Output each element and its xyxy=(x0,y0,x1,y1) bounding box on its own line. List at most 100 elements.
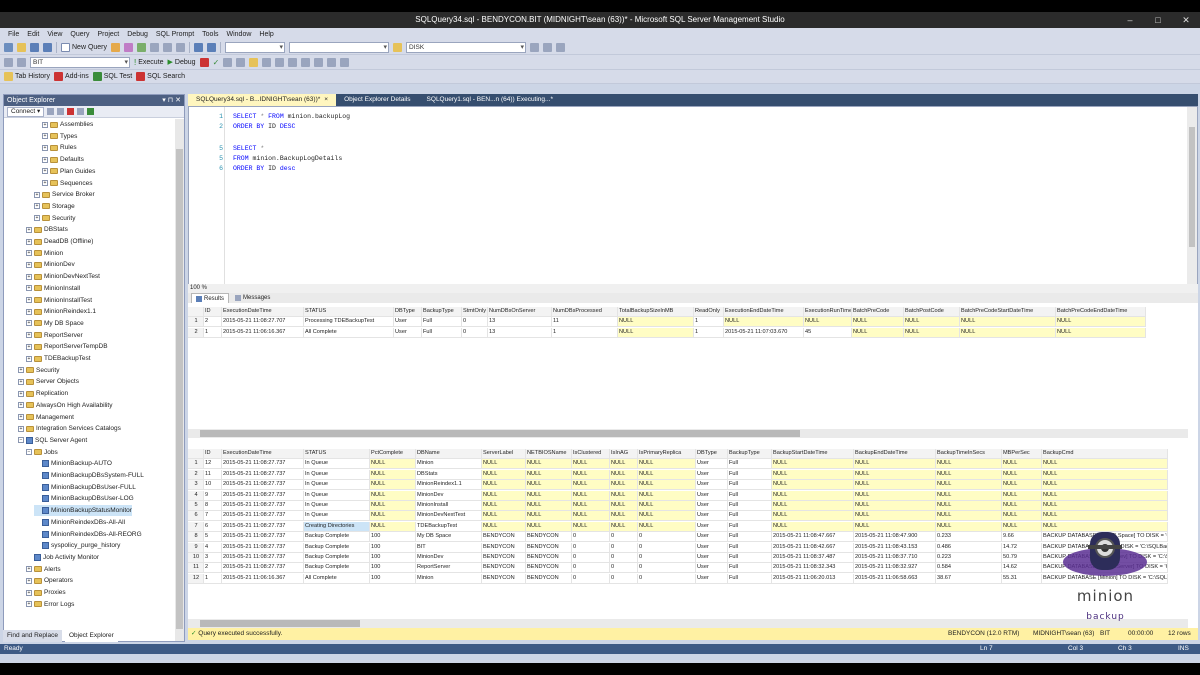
cancel-query-icon[interactable] xyxy=(199,57,209,67)
disk-combo[interactable]: DISK xyxy=(406,41,527,53)
column-header[interactable]: BackupCmd xyxy=(1042,449,1168,459)
tree-node[interactable]: MinionBackupDBsUser-FULL xyxy=(34,482,136,493)
grid-cell[interactable]: Full xyxy=(728,573,772,584)
column-header[interactable]: StmtOnly xyxy=(462,307,488,317)
tree-node[interactable]: + Proxies xyxy=(26,587,66,598)
tree-node[interactable]: + ReportServerTempDB xyxy=(26,341,108,352)
tab-find-and-replace[interactable]: Find and Replace xyxy=(3,630,62,642)
tab-object-explorer[interactable]: Object Explorer xyxy=(64,630,118,642)
grid-cell[interactable]: 2015-05-21 11:08:27.737 xyxy=(222,553,304,563)
tree-node[interactable]: + DeadDB (Offline) xyxy=(26,236,93,247)
expand-icon[interactable]: + xyxy=(26,226,32,233)
grid-cell[interactable]: NULL xyxy=(852,327,904,338)
expand-icon[interactable]: + xyxy=(26,308,32,315)
uncomment-icon[interactable] xyxy=(314,57,324,67)
grid-cell[interactable]: NULL xyxy=(1042,469,1168,480)
indent-icon[interactable] xyxy=(327,57,337,67)
grid-cell[interactable]: NULL xyxy=(572,511,610,522)
grid1-horizontal-scrollbar[interactable] xyxy=(188,429,1188,438)
grid-cell[interactable]: 8 xyxy=(204,501,222,511)
analysis-query-icon[interactable] xyxy=(124,42,134,52)
menu-file[interactable]: File xyxy=(8,31,19,38)
grid-cell[interactable]: BIT xyxy=(416,542,482,553)
expand-icon[interactable]: + xyxy=(34,203,40,210)
search-combo[interactable] xyxy=(225,41,286,53)
grid-cell[interactable]: NULL xyxy=(572,490,610,501)
menu-edit[interactable]: Edit xyxy=(27,31,39,38)
grid-cell[interactable]: NULL xyxy=(572,469,610,480)
grid-cell[interactable]: Full xyxy=(728,542,772,553)
grid-cell[interactable]: Full xyxy=(728,490,772,501)
grid-cell[interactable]: 14.72 xyxy=(1002,542,1042,553)
add-ins-button[interactable]: Add-ins xyxy=(54,72,89,81)
cut-icon[interactable] xyxy=(150,42,160,52)
expand-icon[interactable]: + xyxy=(42,156,48,163)
grid-cell[interactable]: NULL xyxy=(370,501,416,511)
column-header[interactable]: ExecutionDateTime xyxy=(222,449,304,459)
connect-button[interactable]: Connect ▾ xyxy=(7,106,45,117)
scrollbar-thumb[interactable] xyxy=(176,149,183,629)
grid2-horizontal-scrollbar[interactable] xyxy=(188,619,1188,628)
document-tab[interactable]: SQLQuery34.sql - B...IDNIGHT\sean (63))*… xyxy=(188,94,337,106)
expand-icon[interactable]: + xyxy=(42,121,48,128)
grid-cell[interactable]: NULL xyxy=(370,511,416,522)
grid-cell[interactable]: 2015-05-21 11:06:16.367 xyxy=(222,327,304,338)
undo-icon[interactable] xyxy=(194,42,204,52)
grid-cell[interactable]: Full xyxy=(728,480,772,491)
grid-cell[interactable]: 0 xyxy=(462,327,488,338)
grid-cell[interactable]: 2015-05-21 11:08:27.737 xyxy=(222,480,304,491)
disconnect-icon[interactable] xyxy=(57,108,65,115)
grid-cell[interactable]: 2015-05-21 11:08:27.737 xyxy=(222,521,304,532)
row-number[interactable]: 12 xyxy=(188,573,204,584)
db-engine-query-icon[interactable] xyxy=(111,42,121,52)
menu-debug[interactable]: Debug xyxy=(127,31,148,38)
grid-cell[interactable]: NULL xyxy=(1042,459,1168,470)
grid-cell[interactable]: User xyxy=(696,490,728,501)
grid-cell[interactable]: NULL xyxy=(370,480,416,491)
grid-cell[interactable]: NULL xyxy=(1002,480,1042,491)
grid-cell[interactable]: BENDYCON xyxy=(526,532,572,543)
grid-cell[interactable]: In Queue xyxy=(304,469,370,480)
tree-node[interactable]: + Replication xyxy=(18,388,68,399)
grid-cell[interactable]: NULL xyxy=(610,511,638,522)
save-all-icon[interactable] xyxy=(43,42,52,52)
row-number[interactable]: 9 xyxy=(188,542,204,553)
row-number[interactable]: 10 xyxy=(188,553,204,563)
grid-cell[interactable]: NULL xyxy=(1002,490,1042,501)
open-file-icon[interactable] xyxy=(17,42,26,52)
tree-node[interactable]: MinionReindexDBs-All-REORG xyxy=(34,529,142,540)
grid-cell[interactable]: User xyxy=(696,553,728,563)
grid-cell[interactable]: Full xyxy=(728,459,772,470)
grid-cell[interactable]: 0 xyxy=(610,563,638,574)
grid-cell[interactable]: Backup Complete xyxy=(304,532,370,543)
grid-cell[interactable]: 2015-05-21 11:08:37.710 xyxy=(854,553,936,563)
grid-cell[interactable]: User xyxy=(696,532,728,543)
grid-cell[interactable]: User xyxy=(696,542,728,553)
grid-cell[interactable]: 2015-05-21 11:08:27.737 xyxy=(222,542,304,553)
grid-cell[interactable]: 0 xyxy=(572,573,610,584)
tree-node[interactable]: + Assemblies xyxy=(42,119,93,130)
grid-cell[interactable]: User xyxy=(696,501,728,511)
grid-cell[interactable]: 0 xyxy=(572,532,610,543)
grid-cell[interactable]: In Queue xyxy=(304,490,370,501)
expand-icon[interactable]: + xyxy=(26,297,32,303)
menu-view[interactable]: View xyxy=(47,31,62,38)
grid-cell[interactable]: User xyxy=(696,573,728,584)
tree-node[interactable]: MinionBackupDBsUser-LOG xyxy=(34,493,134,504)
stop-icon[interactable] xyxy=(67,108,75,115)
tree-node[interactable]: + Plan Guides xyxy=(42,166,95,177)
grid-cell[interactable]: NULL xyxy=(1002,469,1042,480)
change-connection-icon[interactable] xyxy=(17,57,26,67)
grid-cell[interactable]: 4 xyxy=(204,542,222,553)
grid-cell[interactable]: NULL xyxy=(638,459,696,470)
grid-cell[interactable]: 1 xyxy=(694,327,724,338)
grid-cell[interactable]: User xyxy=(696,480,728,491)
column-header[interactable]: TotalBackupSizeInMB xyxy=(618,307,694,317)
grid-cell[interactable]: 9.66 xyxy=(1002,532,1042,543)
grid-cell[interactable]: NULL xyxy=(526,490,572,501)
expand-icon[interactable]: + xyxy=(42,180,48,186)
column-header[interactable]: ServerLabel xyxy=(482,449,526,459)
column-header[interactable]: IsInAG xyxy=(610,449,638,459)
menu-sql-prompt[interactable]: SQL Prompt xyxy=(156,31,194,38)
grid-cell[interactable]: 0 xyxy=(572,553,610,563)
